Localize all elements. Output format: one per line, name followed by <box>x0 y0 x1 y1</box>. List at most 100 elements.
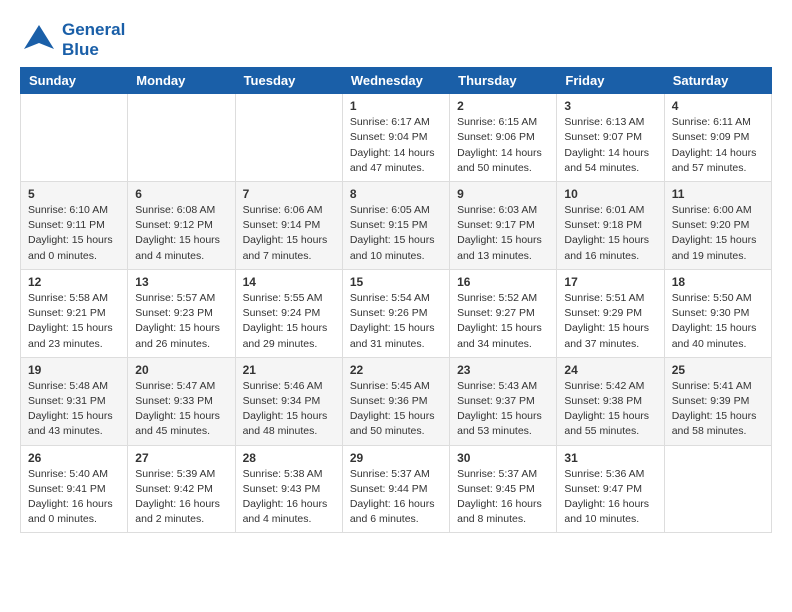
daylight: Daylight: 15 hours and 19 minutes. <box>672 234 757 261</box>
day-number: 6 <box>135 187 227 201</box>
sunrise: Sunrise: 6:13 AM <box>564 116 644 128</box>
day-number: 25 <box>672 363 764 377</box>
week-row-1: 1Sunrise: 6:17 AMSunset: 9:04 PMDaylight… <box>21 94 772 182</box>
logo-bird-icon <box>20 21 58 59</box>
day-number: 15 <box>350 275 442 289</box>
day-number: 5 <box>28 187 120 201</box>
sunset: Sunset: 9:18 PM <box>564 219 642 231</box>
day-number: 26 <box>28 451 120 465</box>
day-info: Sunrise: 5:37 AMSunset: 9:44 PMDaylight:… <box>350 467 442 528</box>
day-number: 14 <box>243 275 335 289</box>
day-cell-22: 22Sunrise: 5:45 AMSunset: 9:36 PMDayligh… <box>342 357 449 445</box>
sunrise: Sunrise: 6:05 AM <box>350 204 430 216</box>
day-cell-3: 3Sunrise: 6:13 AMSunset: 9:07 PMDaylight… <box>557 94 664 182</box>
daylight: Daylight: 15 hours and 48 minutes. <box>243 410 328 437</box>
day-info: Sunrise: 6:13 AMSunset: 9:07 PMDaylight:… <box>564 115 656 176</box>
day-info: Sunrise: 6:00 AMSunset: 9:20 PMDaylight:… <box>672 203 764 264</box>
day-cell-13: 13Sunrise: 5:57 AMSunset: 9:23 PMDayligh… <box>128 269 235 357</box>
day-cell-17: 17Sunrise: 5:51 AMSunset: 9:29 PMDayligh… <box>557 269 664 357</box>
day-info: Sunrise: 6:10 AMSunset: 9:11 PMDaylight:… <box>28 203 120 264</box>
sunrise: Sunrise: 5:52 AM <box>457 292 537 304</box>
sunset: Sunset: 9:33 PM <box>135 395 213 407</box>
day-number: 9 <box>457 187 549 201</box>
sunset: Sunset: 9:29 PM <box>564 307 642 319</box>
sunset: Sunset: 9:11 PM <box>28 219 105 231</box>
sunrise: Sunrise: 5:57 AM <box>135 292 215 304</box>
daylight: Daylight: 16 hours and 0 minutes. <box>28 498 113 525</box>
empty-cell <box>664 445 771 533</box>
sunrise: Sunrise: 5:38 AM <box>243 468 323 480</box>
day-number: 3 <box>564 99 656 113</box>
sunset: Sunset: 9:06 PM <box>457 131 535 143</box>
day-info: Sunrise: 5:38 AMSunset: 9:43 PMDaylight:… <box>243 467 335 528</box>
day-info: Sunrise: 6:15 AMSunset: 9:06 PMDaylight:… <box>457 115 549 176</box>
daylight: Daylight: 15 hours and 16 minutes. <box>564 234 649 261</box>
daylight: Daylight: 15 hours and 4 minutes. <box>135 234 220 261</box>
sunset: Sunset: 9:04 PM <box>350 131 428 143</box>
sunset: Sunset: 9:07 PM <box>564 131 642 143</box>
daylight: Daylight: 15 hours and 7 minutes. <box>243 234 328 261</box>
sunset: Sunset: 9:38 PM <box>564 395 642 407</box>
sunset: Sunset: 9:36 PM <box>350 395 428 407</box>
day-cell-24: 24Sunrise: 5:42 AMSunset: 9:38 PMDayligh… <box>557 357 664 445</box>
day-info: Sunrise: 5:40 AM Sunset: 9:41 PM Daylight:… <box>28 467 120 528</box>
daylight: Daylight: 15 hours and 10 minutes. <box>350 234 435 261</box>
sunset: Sunset: 9:23 PM <box>135 307 213 319</box>
day-info: Sunrise: 6:03 AMSunset: 9:17 PMDaylight:… <box>457 203 549 264</box>
day-cell-21: 21Sunrise: 5:46 AMSunset: 9:34 PMDayligh… <box>235 357 342 445</box>
daylight: Daylight: 15 hours and 13 minutes. <box>457 234 542 261</box>
sunset: Sunset: 9:41 PM <box>28 483 106 495</box>
sunrise: Sunrise: 5:43 AM <box>457 380 537 392</box>
day-number: 29 <box>350 451 442 465</box>
weekday-monday: Monday <box>128 68 235 94</box>
sunrise: Sunrise: 5:55 AM <box>243 292 323 304</box>
daylight: Daylight: 15 hours and 40 minutes. <box>672 322 757 349</box>
day-number: 22 <box>350 363 442 377</box>
sunrise: Sunrise: 5:45 AM <box>350 380 430 392</box>
week-row-4: 19Sunrise: 5:48 AMSunset: 9:31 PMDayligh… <box>21 357 772 445</box>
sunrise: Sunrise: 5:40 AM <box>28 468 108 480</box>
day-info: Sunrise: 5:54 AMSunset: 9:26 PMDaylight:… <box>350 291 442 352</box>
sunset: Sunset: 9:20 PM <box>672 219 750 231</box>
sunrise: Sunrise: 6:01 AM <box>564 204 644 216</box>
day-cell-26: 26 Sunrise: 5:40 AM Sunset: 9:41 PM Dayligh… <box>21 445 128 533</box>
day-cell-1: 1Sunrise: 6:17 AMSunset: 9:04 PMDaylight… <box>342 94 449 182</box>
day-info: Sunrise: 5:43 AMSunset: 9:37 PMDaylight:… <box>457 379 549 440</box>
daylight: Daylight: 15 hours and 37 minutes. <box>564 322 649 349</box>
sunset: Sunset: 9:42 PM <box>135 483 213 495</box>
sunset: Sunset: 9:47 PM <box>564 483 642 495</box>
sunrise: Sunrise: 5:41 AM <box>672 380 752 392</box>
day-number: 19 <box>28 363 120 377</box>
daylight: Daylight: 15 hours and 31 minutes. <box>350 322 435 349</box>
day-info: Sunrise: 5:52 AMSunset: 9:27 PMDaylight:… <box>457 291 549 352</box>
sunset: Sunset: 9:15 PM <box>350 219 428 231</box>
week-row-2: 5 Sunrise: 6:10 AMSunset: 9:11 PMDaylight… <box>21 181 772 269</box>
day-info: Sunrise: 5:51 AMSunset: 9:29 PMDaylight:… <box>564 291 656 352</box>
daylight: Daylight: 16 hours and 10 minutes. <box>564 498 649 525</box>
day-cell-12: 12Sunrise: 5:58 AMSunset: 9:21 PMDayligh… <box>21 269 128 357</box>
day-info: Sunrise: 5:46 AMSunset: 9:34 PMDaylight:… <box>243 379 335 440</box>
day-cell-4: 4Sunrise: 6:11 AMSunset: 9:09 PMDaylight… <box>664 94 771 182</box>
day-cell-15: 15 Sunrise: 5:54 AMSunset: 9:26 PMDayligh… <box>342 269 449 357</box>
week-row-3: 12Sunrise: 5:58 AMSunset: 9:21 PMDayligh… <box>21 269 772 357</box>
day-cell-30: 30Sunrise: 5:37 AMSunset: 9:45 PMDayligh… <box>450 445 557 533</box>
day-info: Sunrise: 5:41 AMSunset: 9:39 PMDaylight:… <box>672 379 764 440</box>
daylight: Daylight: 15 hours and 53 minutes. <box>457 410 542 437</box>
day-cell-18: 18Sunrise: 5:50 AMSunset: 9:30 PMDayligh… <box>664 269 771 357</box>
day-cell-7: 7Sunrise: 6:06 AMSunset: 9:14 PMDaylight… <box>235 181 342 269</box>
day-number: 13 <box>135 275 227 289</box>
sunrise: Sunrise: 5:36 AM <box>564 468 644 480</box>
logo-text: General Blue <box>62 20 125 59</box>
day-info: Sunrise: 6:17 AMSunset: 9:04 PMDaylight:… <box>350 115 442 176</box>
daylight: Daylight: 15 hours and 55 minutes. <box>564 410 649 437</box>
daylight: Daylight: 15 hours and 34 minutes. <box>457 322 542 349</box>
day-number: 20 <box>135 363 227 377</box>
day-info: Sunrise: 5:47 AMSunset: 9:33 PMDaylight:… <box>135 379 227 440</box>
day-number: 4 <box>672 99 764 113</box>
day-cell-16: 16Sunrise: 5:52 AMSunset: 9:27 PMDayligh… <box>450 269 557 357</box>
day-cell-14: 14Sunrise: 5:55 AMSunset: 9:24 PMDayligh… <box>235 269 342 357</box>
day-info: Sunrise: 6:06 AMSunset: 9:14 PMDaylight:… <box>243 203 335 264</box>
daylight: Daylight: 16 hours and 2 minutes. <box>135 498 220 525</box>
weekday-header-row: SundayMondayTuesdayWednesdayThursdayFrid… <box>21 68 772 94</box>
daylight: Daylight: 15 hours and 23 minutes. <box>28 322 113 349</box>
